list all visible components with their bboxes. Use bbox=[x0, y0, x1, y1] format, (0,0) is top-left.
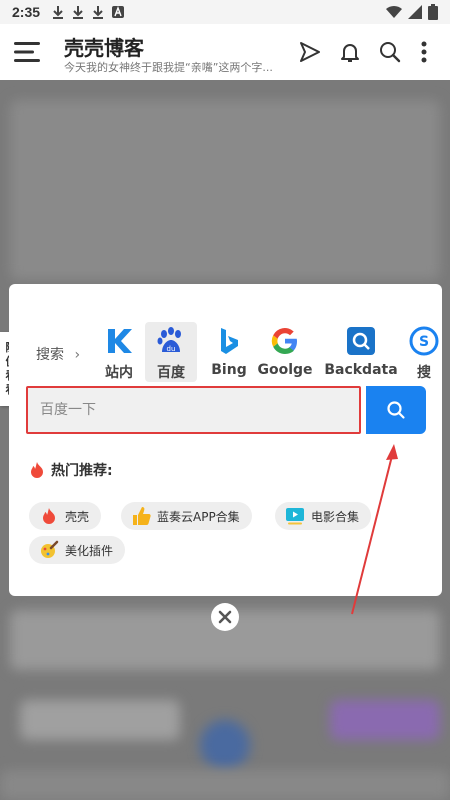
thumbs-up-icon bbox=[131, 506, 151, 526]
search-button[interactable] bbox=[366, 386, 426, 434]
flame-icon bbox=[39, 506, 59, 526]
baidu-paw-icon: du bbox=[156, 326, 186, 356]
svg-text:du: du bbox=[167, 345, 176, 353]
status-time: 2:35 bbox=[12, 4, 41, 20]
hot-tag-beautify[interactable]: 美化插件 bbox=[29, 536, 126, 564]
chevron-right-icon: › bbox=[74, 347, 81, 363]
hot-recommend-title: 热门推荐: bbox=[29, 460, 113, 480]
engine-baidu[interactable]: du 百度 bbox=[145, 322, 197, 382]
engine-name: Bing bbox=[211, 362, 247, 378]
system-status-icons bbox=[386, 4, 438, 20]
app-header: 壳壳博客 今天我的女神终于跟我提“亲嘴”这两个字... bbox=[0, 24, 450, 80]
blurred-content bbox=[20, 700, 180, 740]
app-notification-icon bbox=[112, 6, 125, 18]
search-icon bbox=[387, 401, 405, 419]
engine-google[interactable]: Goolge bbox=[255, 322, 315, 382]
engine-sogou[interactable]: S 搜 bbox=[407, 322, 441, 382]
more-vertical-icon[interactable] bbox=[418, 40, 430, 64]
svg-text:S: S bbox=[419, 334, 429, 350]
hot-title-text: 热门推荐: bbox=[51, 463, 113, 479]
google-icon bbox=[270, 326, 300, 356]
signal-icon bbox=[408, 5, 422, 19]
engine-bing[interactable]: Bing bbox=[203, 322, 255, 382]
battery-icon bbox=[428, 4, 438, 20]
hot-tag-keke[interactable]: 壳壳 bbox=[29, 502, 102, 530]
flame-icon bbox=[31, 462, 43, 478]
sogou-icon: S bbox=[409, 326, 439, 356]
send-icon[interactable] bbox=[298, 40, 322, 64]
menu-icon[interactable] bbox=[14, 40, 42, 64]
tag-label: 蓝奏云APP合集 bbox=[157, 509, 240, 524]
bing-icon bbox=[214, 326, 244, 356]
status-bar: 2:35 bbox=[0, 0, 450, 24]
close-button[interactable] bbox=[211, 603, 239, 631]
blurred-content bbox=[10, 100, 440, 280]
close-icon bbox=[218, 610, 232, 624]
backdata-search-icon bbox=[346, 326, 376, 356]
search-modal: 搜索 › 站内 du 百度 Bing Goolge Backdata S 搜 百… bbox=[9, 284, 442, 596]
engine-name: Backdata bbox=[324, 362, 398, 378]
hot-tag-movies[interactable]: 电影合集 bbox=[275, 502, 372, 530]
search-icon[interactable] bbox=[378, 40, 402, 64]
blurred-fab bbox=[200, 720, 250, 770]
tag-label: 美化插件 bbox=[65, 543, 114, 558]
k-site-icon bbox=[104, 326, 134, 356]
page-title: 壳壳博客 bbox=[64, 36, 144, 60]
engine-name: 站内 bbox=[105, 365, 133, 381]
wifi-icon bbox=[386, 5, 402, 19]
search-label-text: 搜索 bbox=[36, 347, 64, 363]
bell-icon[interactable] bbox=[338, 40, 362, 64]
search-label: 搜索 › bbox=[36, 344, 80, 364]
blurred-content bbox=[0, 770, 450, 800]
blurred-content bbox=[330, 700, 440, 740]
engine-name: 百度 bbox=[157, 365, 185, 381]
engine-backdata[interactable]: Backdata bbox=[324, 322, 398, 382]
engine-name: Goolge bbox=[257, 362, 313, 378]
engine-name: 搜 bbox=[417, 365, 431, 381]
engine-site[interactable]: 站内 bbox=[93, 322, 145, 382]
download-icon bbox=[93, 6, 104, 19]
search-input-wrapper bbox=[26, 386, 361, 434]
download-icon bbox=[73, 6, 84, 19]
paint-brush-icon bbox=[39, 540, 59, 560]
tag-label: 电影合集 bbox=[311, 509, 360, 524]
hot-tag-lanzou[interactable]: 蓝奏云APP合集 bbox=[121, 502, 252, 530]
page-subtitle: 今天我的女神终于跟我提“亲嘴”这两个字... bbox=[64, 61, 273, 74]
download-icon bbox=[53, 6, 64, 19]
search-input[interactable] bbox=[28, 388, 359, 432]
video-icon bbox=[285, 506, 305, 526]
notification-icons bbox=[52, 5, 125, 19]
tag-label: 壳壳 bbox=[65, 509, 90, 524]
search-engine-list[interactable]: 搜索 › 站内 du 百度 Bing Goolge Backdata S 搜 bbox=[9, 320, 442, 388]
